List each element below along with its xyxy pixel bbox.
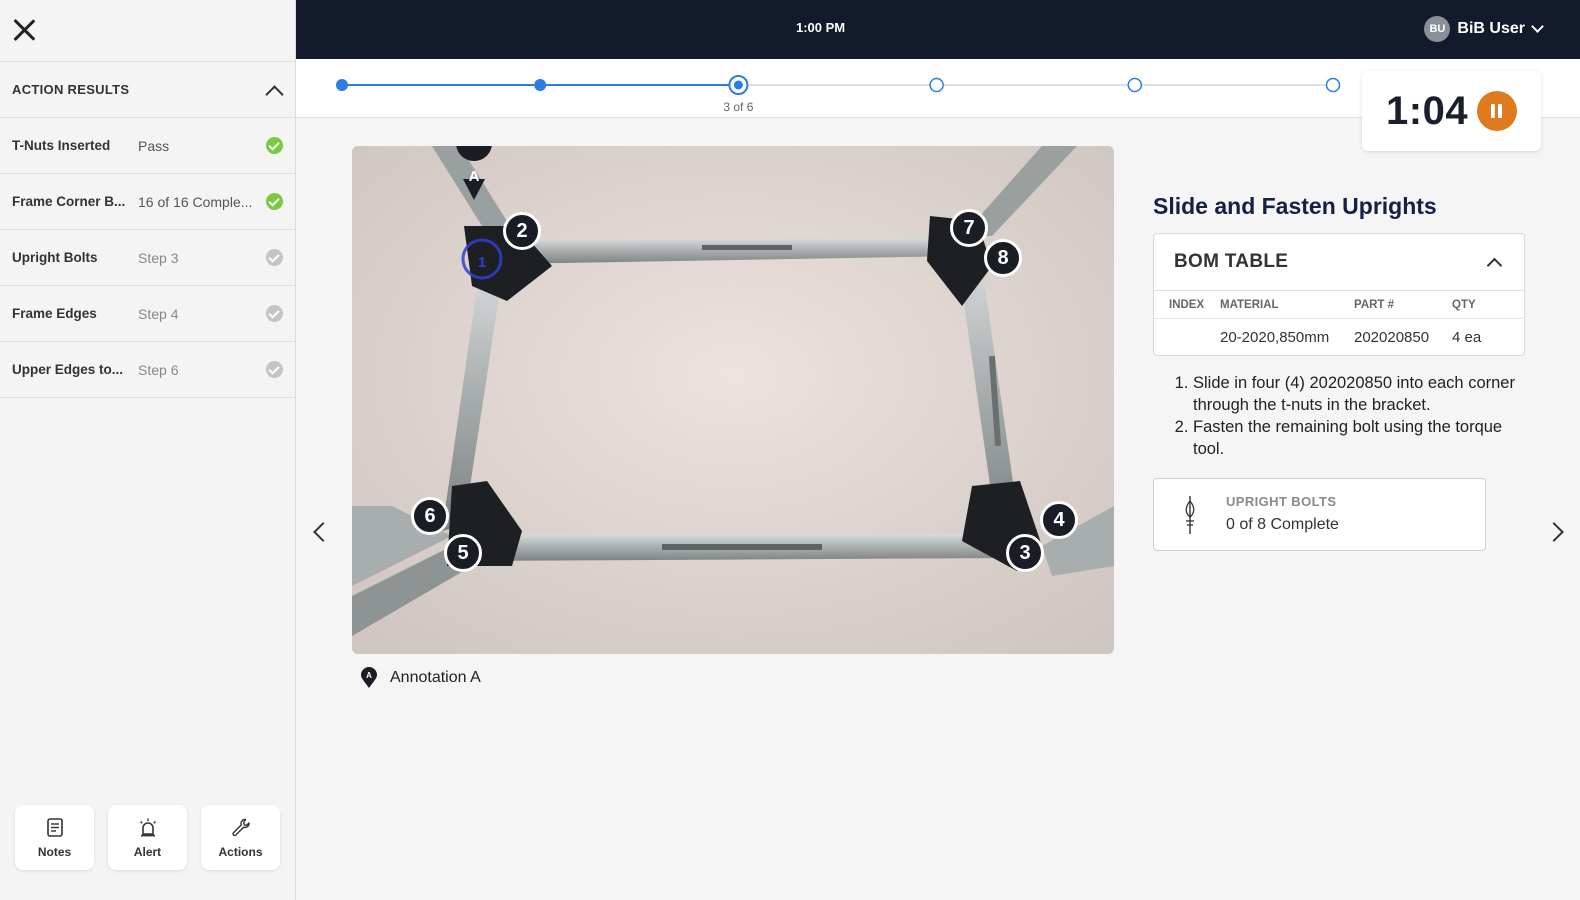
annotation-caption-text: Annotation A <box>390 669 481 686</box>
torque-bolt-icon <box>1185 496 1195 534</box>
avatar: BU <box>1424 16 1451 42</box>
stepper-dot-4[interactable] <box>929 77 944 93</box>
action-result-name: Frame Corner B... <box>12 194 126 209</box>
photo-marker-6[interactable]: 6 <box>411 497 449 535</box>
notes-button[interactable]: Notes <box>15 805 94 870</box>
bom-cell-material: 20-2020,850mm <box>1220 329 1330 346</box>
notes-button-label: Notes <box>37 844 72 859</box>
bom-col-part: PART # <box>1354 298 1395 311</box>
check-pending-icon <box>266 305 283 322</box>
next-step-arrow-icon[interactable] <box>1546 517 1568 547</box>
photo-marker-8[interactable]: 8 <box>984 239 1022 277</box>
bom-table-header[interactable]: BOM TABLE <box>1154 234 1524 291</box>
action-card-value: 0 of 8 Complete <box>1226 516 1339 533</box>
chevron-up-icon[interactable] <box>265 82 281 98</box>
map-pin-icon: A <box>361 667 377 688</box>
action-result-row[interactable]: Frame Corner B... 16 of 16 Comple... <box>0 174 295 230</box>
step-progress <box>336 75 1341 95</box>
table-row: 20-2020,850mm 202020850 4 ea <box>1154 319 1524 356</box>
user-name: BiB User <box>1457 20 1525 37</box>
sidebar-top <box>0 0 295 62</box>
stepper-dot-2[interactable] <box>534 79 547 91</box>
step-photo: A <box>352 146 1114 654</box>
top-bar: 1:00 PM BU BiB User <box>296 0 1580 59</box>
photo-marker-1[interactable]: 1 <box>473 252 491 272</box>
bom-col-index: INDEX <box>1169 298 1205 311</box>
timer-value: 1:04 <box>1386 88 1469 133</box>
clock-time: 1:00 PM <box>796 20 846 35</box>
action-result-name: T-Nuts Inserted <box>12 138 111 153</box>
photo-marker-7[interactable]: 7 <box>950 209 988 247</box>
chevron-up-icon[interactable] <box>1486 254 1502 270</box>
timer-card: 1:04 <box>1362 71 1541 151</box>
action-result-name: Upper Edges to... <box>12 362 124 377</box>
wrench-icon <box>231 818 250 836</box>
check-pending-icon <box>266 249 283 266</box>
action-result-row[interactable]: Upper Edges to... Step 6 <box>0 342 295 398</box>
action-result-row[interactable]: Frame Edges Step 4 <box>0 286 295 342</box>
stepper-dot-3[interactable] <box>728 75 749 95</box>
alert-siren-icon <box>139 818 156 836</box>
action-result-name: Frame Edges <box>12 306 97 321</box>
instruction-item: Slide in four (4) 202020850 into each co… <box>1193 372 1523 416</box>
photo-marker-3[interactable]: 3 <box>1006 534 1044 572</box>
bom-col-qty: QTY <box>1452 298 1476 311</box>
check-complete-icon <box>266 193 283 210</box>
alert-button[interactable]: Alert <box>108 805 187 870</box>
step-progress-label: 3 of 6 <box>723 100 754 114</box>
action-result-value: Pass <box>138 137 170 154</box>
pause-button[interactable] <box>1477 91 1517 131</box>
action-result-value: Step 3 <box>138 249 179 266</box>
previous-step-arrow-icon[interactable] <box>309 517 331 547</box>
sidebar: ACTION RESULTS T-Nuts Inserted Pass Frame … <box>0 0 296 900</box>
user-menu[interactable]: BU BiB User <box>1424 16 1542 42</box>
svg-text:A: A <box>469 168 480 185</box>
actions-button[interactable]: Actions <box>201 805 280 870</box>
chevron-down-icon <box>1532 24 1542 34</box>
action-result-row[interactable]: T-Nuts Inserted Pass <box>0 118 295 174</box>
action-results-title: ACTION RESULTS <box>12 82 130 97</box>
bom-cell-part: 202020850 <box>1354 329 1430 346</box>
action-result-value: Step 6 <box>138 361 179 378</box>
tool-buttons: Notes Alert Actions <box>15 805 280 870</box>
notes-icon <box>46 817 63 837</box>
action-result-row[interactable]: Upright Bolts Step 3 <box>0 230 295 286</box>
bom-table: BOM TABLE INDEX MATERIAL PART # QTY 20-2… <box>1153 233 1525 356</box>
stepper-dot-5[interactable] <box>1127 77 1143 93</box>
stepper-dot-1[interactable] <box>336 79 348 91</box>
photo-marker-2[interactable]: 2 <box>503 212 541 250</box>
close-icon[interactable] <box>10 16 38 44</box>
bom-col-material: MATERIAL <box>1220 298 1279 311</box>
action-result-name: Upright Bolts <box>12 250 98 265</box>
photo-marker-4[interactable]: 4 <box>1040 501 1078 539</box>
bom-column-headers: INDEX MATERIAL PART # QTY <box>1154 291 1524 319</box>
actions-button-label: Actions <box>218 844 263 859</box>
action-result-value: Step 4 <box>138 305 179 322</box>
bom-cell-qty: 4 ea <box>1452 329 1482 346</box>
check-complete-icon <box>266 137 283 154</box>
alert-button-label: Alert <box>133 844 162 859</box>
instruction-item: Fasten the remaining bolt using the torq… <box>1193 416 1523 460</box>
photo-marker-5[interactable]: 5 <box>444 534 482 572</box>
check-pending-icon <box>266 361 283 378</box>
instructions-list: Slide in four (4) 202020850 into each co… <box>1173 372 1523 460</box>
action-card-label: UPRIGHT BOLTS <box>1226 494 1337 509</box>
svg-text:A: A <box>366 671 372 680</box>
stepper-dot-6[interactable] <box>1325 77 1341 93</box>
bom-table-title: BOM TABLE <box>1174 251 1289 272</box>
step-title: Slide and Fasten Uprights <box>1153 193 1437 219</box>
annotation-caption[interactable]: A Annotation A <box>360 667 481 689</box>
action-result-value: 16 of 16 Comple... <box>138 193 253 210</box>
action-results-header[interactable]: ACTION RESULTS <box>0 62 295 118</box>
action-results-list: T-Nuts Inserted Pass Frame Corner B... 16 o… <box>0 118 295 398</box>
upright-bolts-action-card[interactable]: UPRIGHT BOLTS 0 of 8 Complete <box>1153 478 1486 551</box>
